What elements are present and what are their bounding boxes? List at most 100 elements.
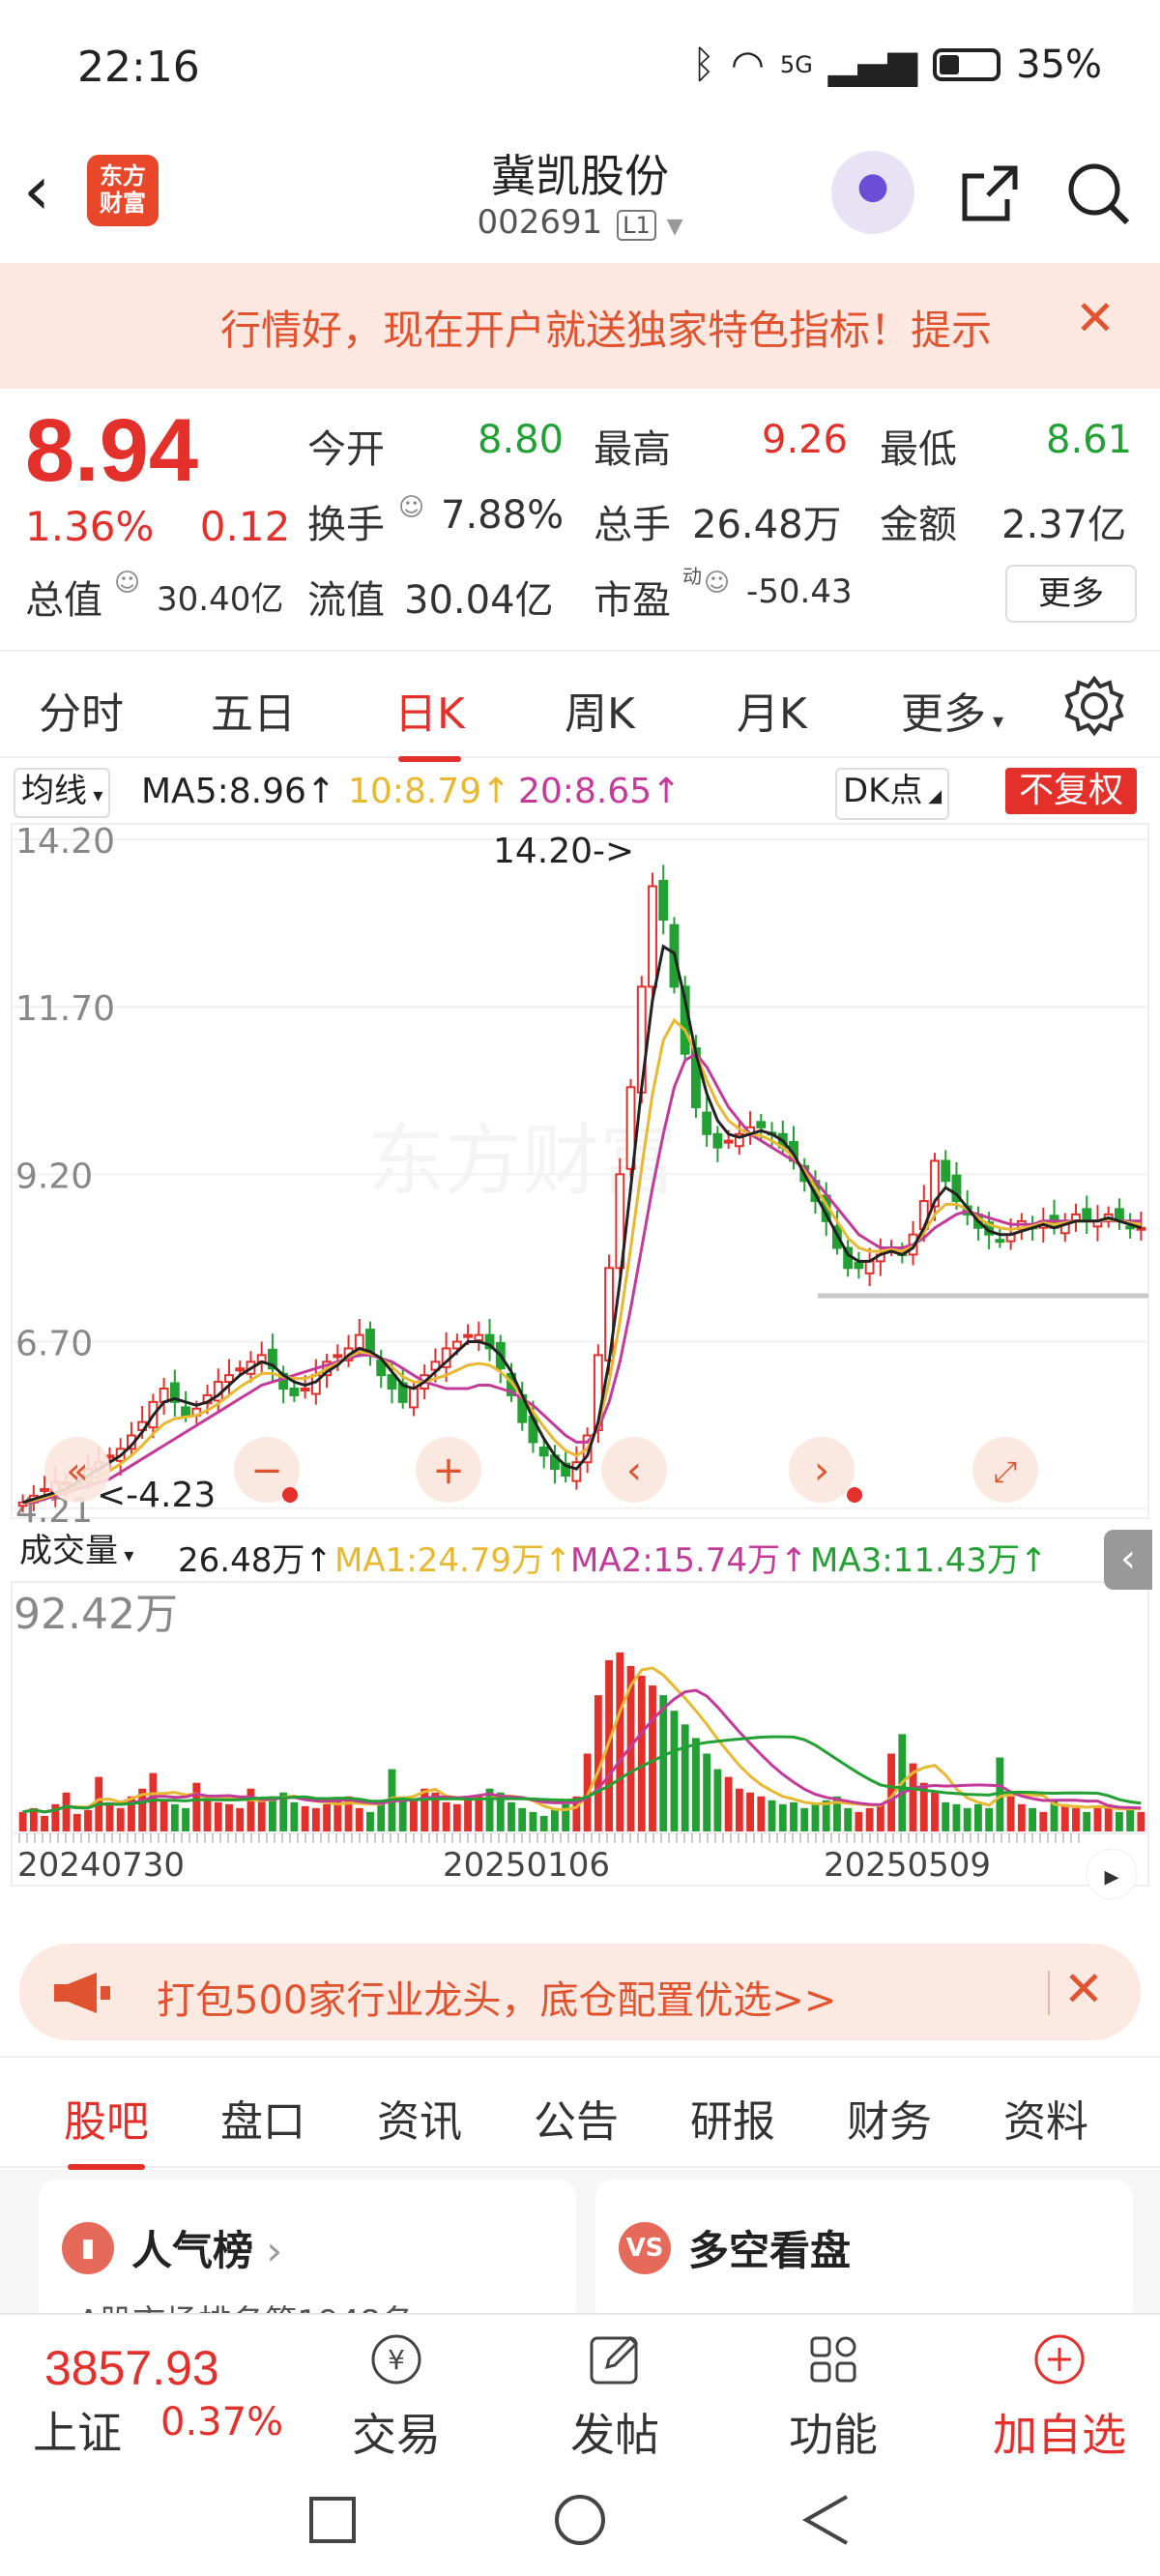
vol-ma3: MA3:11.43万↑ [810,1541,1048,1580]
tab-intraday[interactable]: 分时 [39,679,124,741]
info-icon[interactable]: ☺ [114,569,140,598]
recents-icon[interactable] [309,2497,356,2543]
info-icon[interactable]: ☺ [704,569,730,598]
volume-bar [855,1811,863,1831]
wifi-icon: ◠ [731,43,765,87]
volume-bar [539,1815,548,1831]
nav-add-watchlist[interactable]: 加自选 [982,2328,1137,2464]
volume-bar [985,1807,994,1831]
tab-monthly-k[interactable]: 月K [737,679,807,741]
tab-daily-k[interactable]: 日K [394,679,465,762]
volume-bar [442,1801,450,1831]
home-icon[interactable] [555,2495,605,2545]
candle-body [300,1388,310,1392]
volume-bar [192,1782,201,1831]
search-icon[interactable] [1063,159,1133,228]
tab-finance[interactable]: 财务 [847,2087,932,2149]
zoom-out-control[interactable]: − [234,1437,300,1503]
candle-body [864,1260,875,1274]
change-pct: 1.36% [25,503,155,550]
turnover-value: 7.88% [441,493,565,538]
volume-bar [518,1807,527,1831]
open-label: 今开 [307,427,385,472]
x-label: 20240730 [17,1846,185,1885]
nav-post-label: 发帖 [570,2409,659,2461]
volume-bar [366,1811,374,1831]
volume-bar [659,1695,668,1831]
promo-banner[interactable]: 行情好，现在开户就送独家特色指标！提示 ✕ [0,263,1160,389]
tab-pankou[interactable]: 盘口 [220,2087,305,2149]
volume-bar [942,1801,950,1831]
nav-trade[interactable]: ¥ 交易 [329,2328,464,2464]
volume-bar [160,1800,168,1831]
vol-ma1-line [22,1666,1142,1814]
volume-bar [41,1815,49,1831]
adjust-button[interactable]: 不复权 [1005,768,1138,814]
nav-post[interactable]: 发帖 [547,2328,682,2464]
ma-lines [22,944,1142,1505]
long-short-card[interactable]: VS 多空看盘 [595,2180,1133,2325]
volume-bar [301,1805,309,1831]
volume-bar [182,1807,190,1831]
high-marker: 14.20-> [493,832,634,871]
yen-exchange-icon: ¥ [371,2334,421,2385]
volume-bar [876,1803,884,1831]
nav-functions[interactable]: 功能 [766,2328,901,2464]
info-icon[interactable]: ☺ [398,493,424,522]
candle-body [333,1354,343,1359]
dk-select[interactable]: DK点 ◢ [835,768,950,820]
volume-bar [203,1796,212,1831]
fullscreen-control[interactable]: ⤢ [972,1437,1038,1503]
candle-body [354,1333,364,1350]
scroll-right-control[interactable]: ▸ [1086,1848,1138,1900]
kline-chart[interactable]: 东方财富 14.2011.709.206.704.21 14.20-> <-4.… [0,820,1160,1932]
close-icon[interactable]: ✕ [1063,1961,1104,2017]
low-marker: <-4.23 [97,1476,216,1515]
share-icon[interactable] [955,159,1025,228]
assistant-robot-icon[interactable] [831,151,914,234]
zoom-in-control[interactable]: + [416,1437,481,1503]
collapse-icon[interactable]: ‹ [1104,1530,1152,1590]
tab-news[interactable]: 资讯 [377,2087,462,2149]
volume-bar [735,1788,743,1831]
tab-five-day[interactable]: 五日 [211,679,296,741]
volume-bar [355,1807,363,1831]
x-axis-ticks [18,1833,1080,1843]
back-nav-icon[interactable] [801,2495,848,2545]
volume-bar [778,1803,787,1831]
volume-bar [724,1776,733,1831]
gear-icon[interactable] [1061,673,1127,739]
ma5-value: MA5:8.96↑ [141,772,336,811]
volume-bar [475,1796,483,1831]
rewind-control[interactable]: « [44,1437,110,1503]
volume-bar [800,1807,809,1831]
candle-body [854,1261,864,1270]
candle-body [289,1388,300,1396]
volume-bar [670,1711,679,1831]
volume-value: 26.48万 [692,503,842,547]
status-time: 22:16 [77,43,200,92]
tab-weekly-k[interactable]: 周K [565,679,635,741]
close-icon[interactable]: ✕ [1075,290,1116,346]
tab-guba[interactable]: 股吧 [64,2087,149,2170]
dot-icon [282,1487,298,1503]
popularity-card[interactable]: ▮ 人气榜 › A股市场排名第1948名 [39,2180,576,2342]
volume-select-label: 成交量 [19,1532,118,1570]
indicator-select[interactable]: 均线 ▾ [14,768,111,818]
battery-level: 35% [1016,43,1102,87]
low-label: 最低 [880,427,957,472]
ad-bar[interactable]: 打包500家行业龙头，底仓配置优选>> ✕ [19,1944,1141,2040]
candle-body [181,1406,191,1417]
tab-more[interactable]: 更多 ▾ [901,679,1003,741]
tab-research[interactable]: 研报 [690,2087,775,2149]
volume-select[interactable]: 成交量 ▾ [14,1530,139,1576]
volume-bar [225,1803,233,1831]
next-control[interactable]: › [789,1437,862,1503]
tab-profile[interactable]: 资料 [1003,2087,1088,2149]
card-title: 人气榜 › [131,2218,282,2277]
tab-announcement[interactable]: 公告 [534,2087,619,2149]
expand-icon: ⤢ [994,1455,1017,1489]
more-button[interactable]: 更多 [1005,565,1137,623]
quote-panel: 8.94 1.36% 0.12 今开 8.80 最高 9.26 最低 8.61 … [0,389,1160,650]
prev-control[interactable]: ‹ [601,1437,667,1503]
